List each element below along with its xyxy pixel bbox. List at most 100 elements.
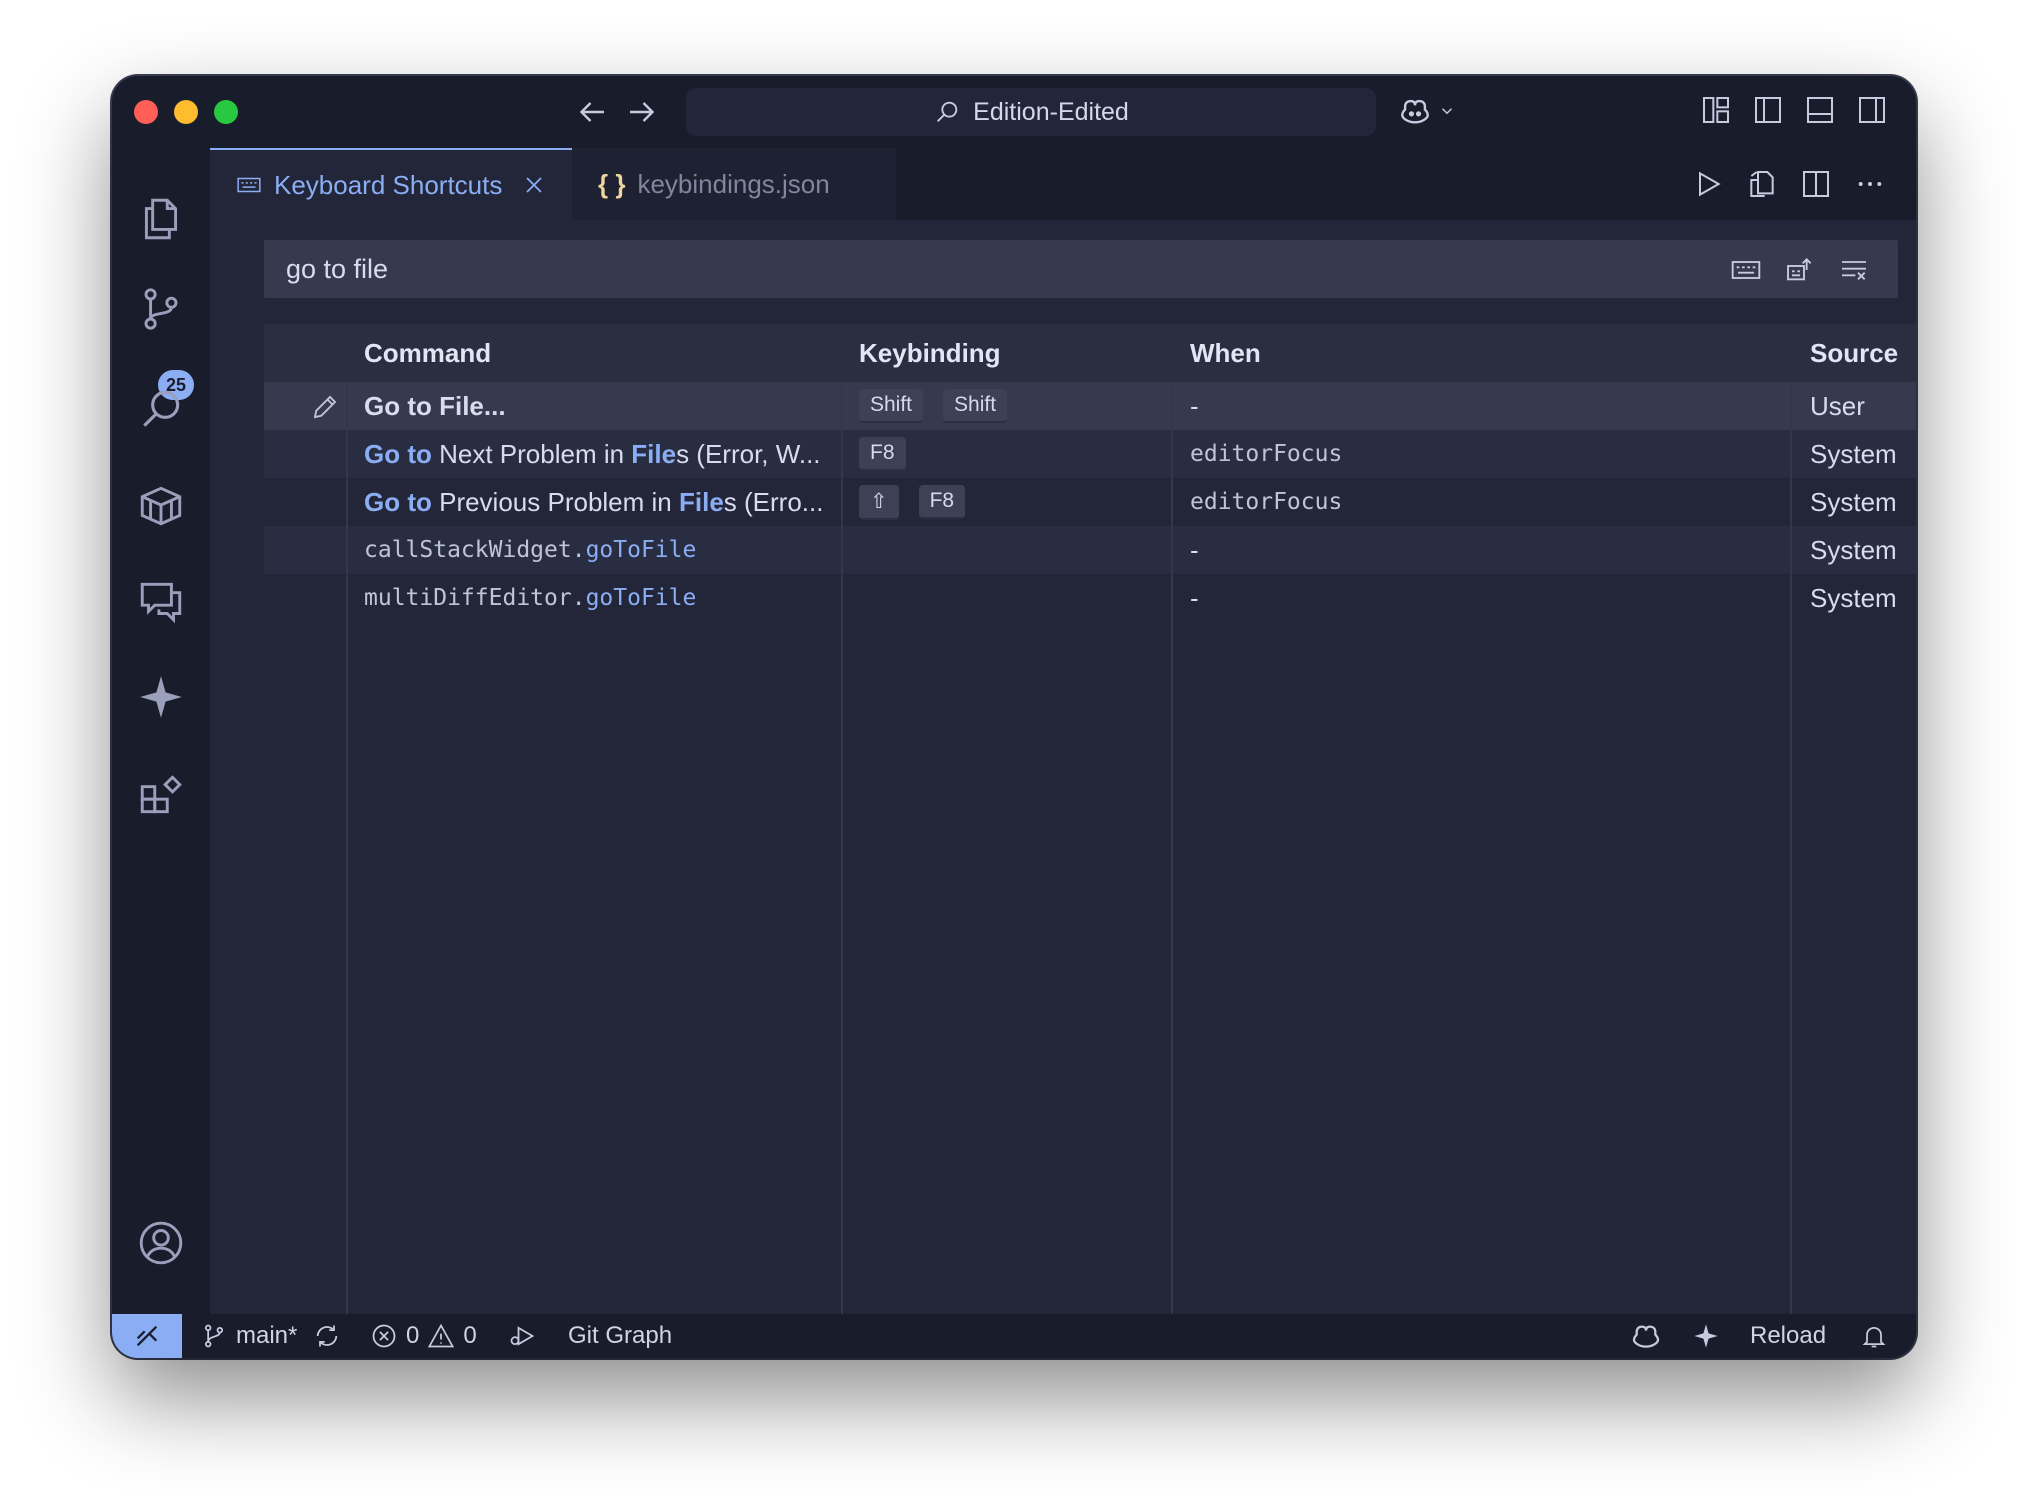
- keybinding-cell: F8: [859, 430, 906, 478]
- source-cell: System: [1810, 486, 1897, 517]
- header-keybinding[interactable]: Keybinding: [859, 338, 1001, 369]
- when-cell: -: [1190, 534, 1199, 565]
- sync-icon[interactable]: [313, 1322, 341, 1350]
- command-cell: Go to Previous Problem in File s (Erro...: [364, 478, 842, 526]
- table-row[interactable]: Go to Next Problem in File s (Error, W...…: [264, 430, 1916, 478]
- error-count: 0: [406, 1322, 420, 1349]
- command-text: Previous Problem in: [431, 486, 679, 517]
- keybinding-cell: ⇧ F8: [859, 478, 966, 526]
- branch-indicator[interactable]: main*: [200, 1314, 341, 1358]
- command-text: s (Error, W...: [676, 438, 821, 469]
- edit-pencil-icon[interactable]: [310, 392, 340, 422]
- command-text: Go to: [364, 486, 432, 517]
- command-text: Go to File...: [364, 390, 506, 421]
- minimize-window-button[interactable]: [174, 100, 198, 124]
- column-divider: [346, 382, 348, 1314]
- reload-button[interactable]: Reload: [1750, 1314, 1826, 1358]
- status-bar: main* 0 0 Git Graph Reload: [112, 1314, 1916, 1358]
- keybinding-cell: Shift Shift: [859, 382, 1008, 430]
- back-arrow-icon[interactable]: [574, 94, 610, 130]
- split-editor-icon[interactable]: [1800, 168, 1832, 200]
- git-graph-button[interactable]: Git Graph: [568, 1314, 672, 1358]
- key-chip: Shift: [859, 389, 924, 423]
- table-header: Command Keybinding When Source: [264, 324, 1916, 382]
- title-bar: Edition-Edited: [112, 76, 1916, 148]
- command-cell: multiDiffEditor. goToFile: [364, 574, 842, 622]
- command-text: Go to: [364, 438, 432, 469]
- notifications-button[interactable]: [1860, 1314, 1888, 1358]
- debug-run-icon: [510, 1326, 535, 1346]
- search-icon[interactable]: [136, 384, 186, 434]
- command-text: callStackWidget.: [364, 537, 586, 563]
- search-icon: [937, 101, 958, 122]
- header-when[interactable]: When: [1190, 338, 1261, 369]
- bell-icon: [1862, 1326, 1886, 1348]
- command-text: multiDiffEditor.: [364, 585, 586, 611]
- copilot-status[interactable]: [1630, 1314, 1662, 1358]
- header-command[interactable]: Command: [364, 338, 491, 369]
- sort-precedence-icon[interactable]: [1784, 254, 1816, 286]
- command-text: goToFile: [585, 585, 697, 611]
- git-branch-icon: [204, 1324, 224, 1348]
- record-keys-icon[interactable]: [1730, 254, 1762, 286]
- header-source[interactable]: Source: [1810, 338, 1898, 369]
- extensions-icon[interactable]: [136, 770, 186, 820]
- close-icon[interactable]: [522, 173, 546, 197]
- warning-icon: [428, 1323, 455, 1348]
- command-cell: callStackWidget. goToFile: [364, 526, 842, 574]
- debug-launch-indicator[interactable]: [508, 1314, 536, 1358]
- sparkle-icon[interactable]: [136, 672, 186, 722]
- problems-indicator[interactable]: 0 0: [370, 1314, 477, 1358]
- keyboard-icon: [237, 177, 261, 193]
- search-value: go to file: [286, 253, 389, 284]
- clear-search-icon[interactable]: [1838, 254, 1870, 286]
- sparkle-status[interactable]: [1692, 1314, 1720, 1358]
- toggle-primary-sidebar-icon[interactable]: [1752, 94, 1784, 126]
- error-icon: [372, 1324, 396, 1348]
- customize-layout-icon[interactable]: [1700, 94, 1732, 126]
- maximize-window-button[interactable]: [214, 100, 238, 124]
- keybindings-table: Command Keybinding When Source Go to Fil…: [264, 324, 1916, 1314]
- warning-count: 0: [463, 1322, 477, 1349]
- table-row[interactable]: Go to File... Shift Shift - User: [264, 382, 1916, 430]
- forward-arrow-icon[interactable]: [624, 94, 660, 130]
- table-row[interactable]: multiDiffEditor. goToFile - System: [264, 574, 1916, 622]
- run-play-icon[interactable]: [1692, 168, 1724, 200]
- tab-keybindings-json[interactable]: { } keybindings.json: [572, 148, 896, 220]
- reload-label: Reload: [1750, 1322, 1827, 1349]
- window-title: Edition-Edited: [973, 97, 1129, 126]
- copilot-menu[interactable]: [1398, 94, 1456, 128]
- close-window-button[interactable]: [134, 100, 158, 124]
- toggle-panel-icon[interactable]: [1804, 94, 1836, 126]
- keybindings-search-input[interactable]: go to file: [264, 240, 1898, 298]
- open-json-icon[interactable]: [1746, 168, 1778, 200]
- table-row[interactable]: Go to Previous Problem in File s (Erro...…: [264, 478, 1916, 526]
- command-text: File: [678, 486, 724, 517]
- explorer-icon[interactable]: [136, 194, 186, 244]
- tab-keyboard-shortcuts[interactable]: Keyboard Shortcuts: [210, 148, 572, 220]
- account-icon[interactable]: [136, 1218, 186, 1268]
- editor-tab-bar: Keyboard Shortcuts { } keybindings.json: [210, 148, 1916, 220]
- sparkle-icon: [1694, 1324, 1718, 1348]
- remote-indicator[interactable]: [112, 1314, 182, 1358]
- tab-label: Keyboard Shortcuts: [274, 169, 503, 200]
- container-box-icon[interactable]: [136, 480, 186, 530]
- command-center[interactable]: Edition-Edited: [686, 88, 1376, 136]
- chevron-down-icon: [1441, 108, 1453, 115]
- source-cell: User: [1810, 390, 1865, 421]
- table-row[interactable]: callStackWidget. goToFile - System: [264, 526, 1916, 574]
- source-cell: System: [1810, 582, 1897, 613]
- toggle-secondary-sidebar-icon[interactable]: [1856, 94, 1888, 126]
- git-graph-label: Git Graph: [568, 1322, 673, 1349]
- source-cell: System: [1810, 438, 1897, 469]
- branch-name: main*: [236, 1322, 298, 1349]
- activity-bar: 25: [112, 148, 210, 1355]
- source-control-icon[interactable]: [136, 284, 186, 334]
- when-cell: editorFocus: [1190, 489, 1343, 515]
- command-text: s (Erro...: [723, 486, 824, 517]
- chat-comments-icon[interactable]: [136, 576, 186, 626]
- when-cell: editorFocus: [1190, 441, 1343, 467]
- more-actions-icon[interactable]: [1854, 168, 1886, 200]
- vscode-window: Edition-Edited 25 Keyboard Shortcuts {}…: [112, 76, 1916, 1358]
- copilot-icon: [1632, 1325, 1660, 1348]
